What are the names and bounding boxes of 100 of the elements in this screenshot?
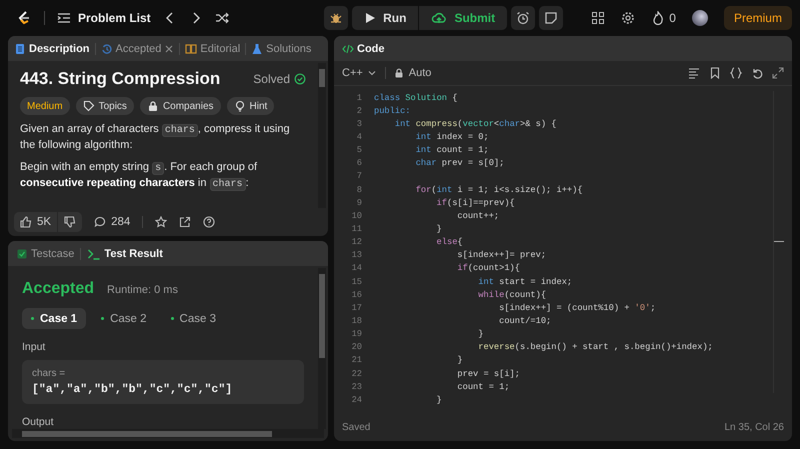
cursor-position: Ln 35, Col 26 — [724, 422, 784, 432]
notes-button[interactable] — [539, 6, 564, 30]
expand-icon[interactable] — [772, 67, 784, 79]
run-button[interactable]: Run — [352, 6, 418, 30]
code-line: int start = index; — [477, 276, 572, 287]
code-tab[interactable]: Code — [340, 42, 386, 54]
caret-icon — [366, 68, 377, 78]
scrollbar[interactable] — [318, 63, 326, 208]
description-paragraph: Begin with an empty string s . For each group of consecutive repeating characters in chars : — [20, 160, 258, 192]
code-line: count++; — [456, 210, 500, 221]
dislike-button[interactable] — [58, 212, 82, 232]
line-number: 10 — [350, 210, 362, 221]
description-tab[interactable]: Editorial — [183, 42, 242, 54]
debug-button[interactable] — [324, 6, 348, 30]
grid-icon[interactable] — [591, 11, 606, 25]
help-icon[interactable] — [203, 216, 216, 228]
problem-list-button[interactable]: Problem List — [57, 11, 151, 25]
undo-icon[interactable] — [751, 67, 763, 79]
code-line: count/=10; — [498, 316, 552, 326]
code-line: else{ — [436, 237, 463, 248]
line-number: 8 — [356, 184, 362, 195]
code-line: } — [436, 224, 442, 234]
bug-icon — [329, 11, 344, 25]
thumbs-up-icon — [20, 216, 32, 228]
braces-icon[interactable] — [730, 67, 742, 79]
code-line: char prev = s[0]; — [414, 158, 504, 168]
tag-button[interactable]: Hint — [226, 97, 274, 115]
bookmark-icon[interactable] — [709, 67, 721, 79]
code-line: public: — [374, 106, 410, 116]
variable-name: chars = — [32, 368, 66, 379]
verdict: Accepted — [22, 280, 94, 298]
note-icon — [544, 11, 558, 25]
line-number: 17 — [350, 302, 362, 313]
close-icon[interactable] — [164, 44, 174, 54]
line-number: 15 — [350, 276, 362, 287]
description-paragraph: Given an array of characters chars , compress it using the following algorithm: — [20, 122, 291, 153]
line-number: 7 — [356, 171, 362, 182]
case-tab[interactable]: Case 2 — [92, 308, 156, 329]
input-label: Input — [22, 341, 46, 353]
list-icon — [57, 11, 71, 25]
code-line: int index = 0; — [414, 132, 489, 142]
like-button[interactable]: 5K — [14, 212, 58, 232]
settings-icon[interactable] — [621, 11, 636, 25]
code-line: } — [456, 355, 463, 366]
timer-button[interactable] — [511, 6, 536, 30]
document-icon — [14, 42, 26, 54]
language-dropdown[interactable]: C++ — [342, 67, 377, 79]
flame-icon[interactable] — [651, 11, 666, 25]
description-tab[interactable]: Description — [12, 42, 92, 54]
cloud-upload-icon — [431, 10, 448, 26]
line-number: 4 — [356, 132, 362, 142]
line-number: 13 — [350, 250, 362, 260]
code-line: int compress(vector<char>& s) { — [394, 118, 556, 129]
line-number: 14 — [350, 263, 362, 274]
share-icon[interactable] — [179, 216, 192, 228]
line-number: 6 — [356, 158, 362, 168]
scrollbar[interactable] — [318, 268, 326, 429]
line-number: 9 — [356, 198, 362, 208]
mode-label: Auto — [408, 67, 432, 79]
code-line: while(count){ — [477, 290, 546, 300]
format-icon[interactable] — [688, 67, 700, 79]
tag-button[interactable]: Companies — [140, 97, 221, 115]
description-tab[interactable]: Solutions — [249, 42, 314, 54]
line-number: 5 — [356, 145, 362, 156]
history-icon — [100, 42, 113, 54]
avatar[interactable] — [692, 10, 708, 26]
tag-button[interactable]: Topics — [76, 97, 134, 115]
case-tab[interactable]: Case 1 — [22, 308, 86, 329]
case-tab[interactable]: Case 3 — [162, 308, 225, 329]
book-icon — [185, 42, 198, 54]
line-number: 16 — [350, 290, 362, 300]
thumbs-down-icon — [64, 216, 76, 228]
line-number: 23 — [350, 382, 362, 392]
save-status: Saved — [342, 422, 370, 432]
code-line: int count = 1; — [414, 145, 489, 156]
code-icon — [342, 42, 354, 54]
lock-icon — [146, 100, 159, 112]
submit-button[interactable]: Submit — [419, 6, 508, 30]
check-circle-icon — [294, 73, 306, 85]
result-tab[interactable]: Testcase — [14, 248, 76, 260]
code-line: class Solution { — [374, 92, 458, 103]
lightbulb-icon — [234, 100, 246, 112]
result-tab[interactable]: Test Result — [85, 246, 165, 260]
streak-count: 0 — [669, 11, 676, 25]
description-tab[interactable]: Accepted — [98, 42, 176, 54]
shuffle-icon[interactable] — [214, 11, 229, 25]
line-number: 3 — [356, 118, 362, 129]
premium-button[interactable]: Premium — [724, 6, 792, 30]
star-icon[interactable] — [155, 216, 168, 228]
code-line: prev = s[i]; — [456, 368, 520, 379]
horizontal-scrollbar[interactable] — [12, 429, 324, 438]
code-line: } — [477, 329, 484, 340]
checkbox-icon — [16, 248, 28, 260]
code-line: if(s[i]==prev){ — [436, 198, 515, 208]
tag-icon — [82, 100, 95, 112]
logo-icon[interactable] — [16, 10, 32, 26]
line-number: 22 — [350, 368, 362, 379]
code-line: } — [436, 394, 442, 405]
comments-button[interactable]: 284 — [94, 216, 130, 228]
problem-title: 443. String Compression — [20, 69, 220, 89]
